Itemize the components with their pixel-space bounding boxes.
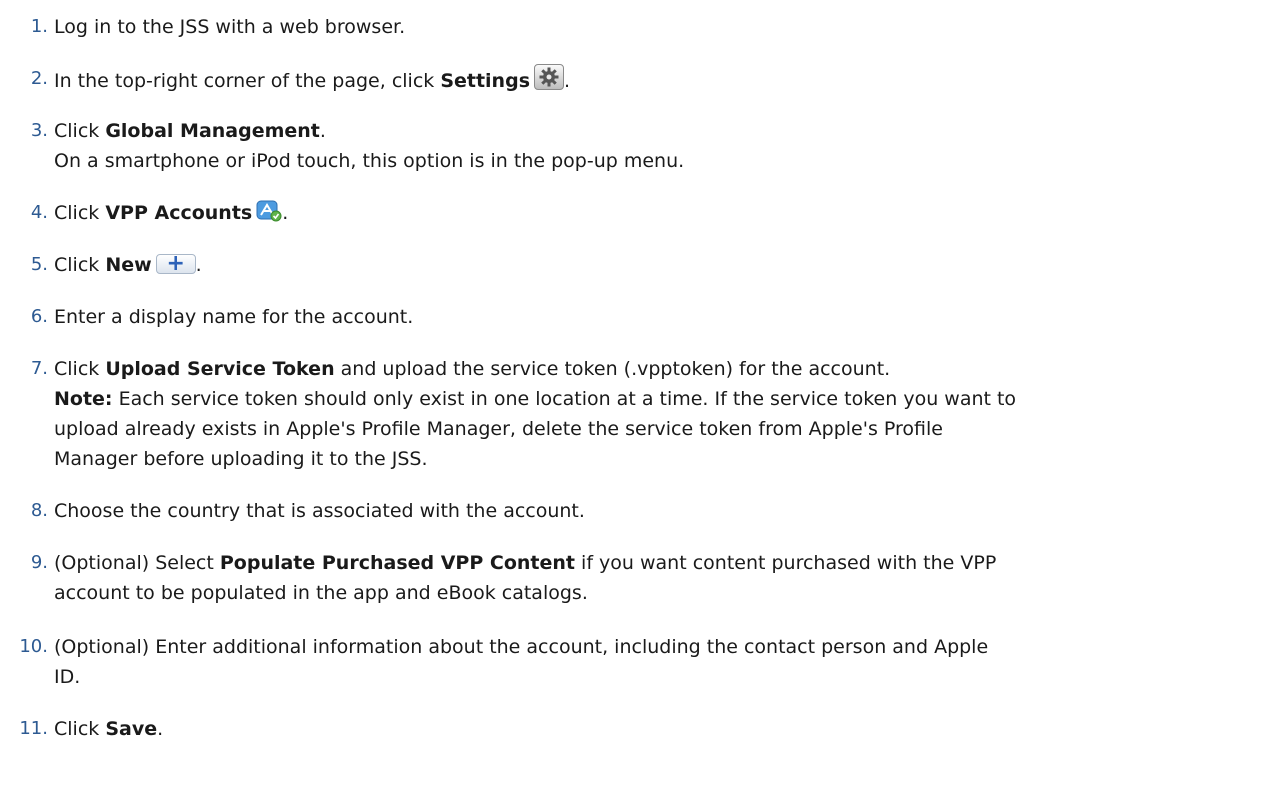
step-text: Click	[54, 120, 106, 142]
upload-service-token-label: Upload Service Token	[105, 358, 335, 380]
vpp-accounts-label: VPP Accounts	[105, 202, 253, 224]
step-text-end: .	[564, 70, 571, 92]
step-number: 5.	[30, 254, 48, 275]
step-number: 8.	[30, 500, 48, 521]
step-text: Click	[54, 718, 106, 740]
step-text: Click	[54, 202, 106, 224]
step-number: 9.	[30, 552, 48, 573]
step-text-end: .	[319, 120, 326, 142]
note-text: upload already exists in Apple's Profile…	[54, 418, 943, 440]
step-text: Log in to the JSS with a web browser.	[54, 16, 406, 38]
save-label: Save	[105, 718, 158, 740]
step-number: 2.	[30, 68, 48, 89]
step-number: 11.	[19, 718, 48, 739]
note-text: Each service token should only exist in …	[112, 388, 1017, 410]
step-detail: On a smartphone or iPod touch, this opti…	[54, 150, 685, 172]
step-text: Click	[54, 254, 106, 276]
step-number: 7.	[30, 358, 48, 379]
step-text-end: and upload the service token (.vpptoken)…	[334, 358, 891, 380]
step-text: (Optional) Enter additional information …	[54, 636, 989, 658]
settings-label: Settings	[440, 70, 530, 92]
new-label: New	[105, 254, 152, 276]
step-text: Enter a display name for the account.	[54, 306, 414, 328]
step-text: (Optional) Select	[54, 552, 220, 574]
step-number: 6.	[30, 306, 48, 327]
step-text: Click	[54, 358, 106, 380]
step-text-end: .	[282, 202, 289, 224]
step-text-end: .	[195, 254, 202, 276]
global-management-label: Global Management	[105, 120, 320, 142]
step-text-end: .	[157, 718, 164, 740]
note-label: Note:	[54, 388, 113, 410]
populate-vpp-content-label: Populate Purchased VPP Content	[219, 552, 575, 574]
step-text: In the top-right corner of the page, cli…	[54, 70, 441, 92]
step-detail: account to be populated in the app and e…	[54, 582, 588, 604]
gear-icon	[534, 64, 564, 90]
plus-icon: +	[155, 251, 196, 276]
step-text: Choose the country that is associated wi…	[54, 500, 585, 522]
step-text-end: if you want content purchased with the V…	[575, 552, 997, 574]
step-number: 4.	[30, 202, 48, 223]
step-number: 3.	[30, 120, 48, 141]
app-store-check-icon	[256, 200, 282, 222]
step-number: 10.	[19, 636, 48, 657]
note-text: Manager before uploading it to the JSS.	[54, 448, 428, 470]
step-number: 1.	[30, 16, 48, 37]
step-detail: ID.	[54, 666, 81, 688]
